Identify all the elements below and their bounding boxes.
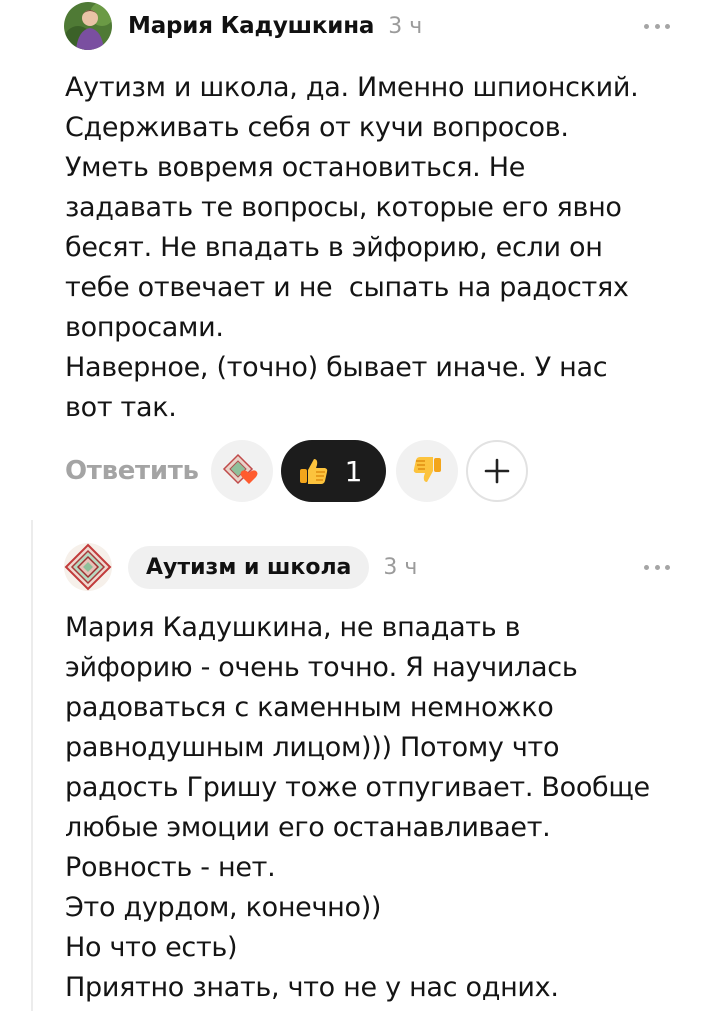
reaction-button[interactable] <box>210 440 273 502</box>
text-line: Уметь вовремя остановиться. Не <box>65 152 526 183</box>
plus-icon <box>485 458 510 484</box>
comment-actions: Ответить 1 <box>65 440 529 502</box>
text-line: Сдерживать себя от кучи вопросов. <box>65 112 569 143</box>
thumbs-up-icon <box>299 459 327 484</box>
like-button[interactable]: 1 <box>280 440 387 502</box>
author-name[interactable]: Мария Кадушкина <box>128 13 374 39</box>
like-count: 1 <box>344 454 363 488</box>
more-dots-icon[interactable] <box>644 562 670 572</box>
more-dots-icon[interactable] <box>644 21 670 31</box>
comment-text: Аутизм и школа, да. Именно шпионский. Сд… <box>65 68 685 428</box>
timestamp: 3 ч <box>388 13 423 39</box>
text-line: вот так. <box>65 392 177 423</box>
text-line: вопросами. <box>65 312 224 343</box>
text-line: задавать те вопросы, которые его явно <box>65 192 622 223</box>
text-line: тебе отвечает и не сыпать на радостях <box>65 272 629 303</box>
text-line: эйфорию - очень точно. Я научилась <box>65 652 578 683</box>
text-line: Мария Кадушкина, не впадать в <box>65 612 521 643</box>
timestamp: 3 ч <box>383 554 418 580</box>
avatar[interactable] <box>64 2 112 50</box>
avatar[interactable] <box>64 543 112 591</box>
thumbs-down-icon <box>414 457 442 482</box>
text-line: Наверное, (точно) бывает иначе. У нас <box>65 352 608 383</box>
dislike-button[interactable] <box>396 440 459 502</box>
comment-header: Мария Кадушкина 3 ч <box>64 0 422 52</box>
text-line: Это дурдом, конечно)) <box>65 892 382 923</box>
text-line: Приятно знать, что не у нас одних. <box>65 972 559 1003</box>
text-line: радоваться с каменным немножко <box>65 692 554 723</box>
text-line: Ровность - нет. <box>65 852 276 883</box>
text-line: Аутизм и школа, да. Именно шпионский. <box>65 72 639 103</box>
author-name[interactable]: Аутизм и школа <box>128 545 370 589</box>
heart-reaction-icon <box>222 453 258 485</box>
text-line: бесят. Не впадать в эйфорию, если он <box>65 232 603 263</box>
text-line: радость Гришу тоже отпугивает. Вообще <box>65 772 650 803</box>
text-line: любые эмоции его останавливает. <box>65 812 551 843</box>
reply-button[interactable]: Ответить <box>65 456 199 486</box>
thread-line <box>31 520 33 1011</box>
comment-text: Мария Кадушкина, не впадать в эйфорию - … <box>65 608 685 1008</box>
text-line: Но что есть) <box>65 932 238 963</box>
add-reaction-button[interactable] <box>466 440 529 502</box>
text-line: равнодушным лицом))) Потому что <box>65 732 560 763</box>
comment-header: Аутизм и школа 3 ч <box>64 541 417 593</box>
